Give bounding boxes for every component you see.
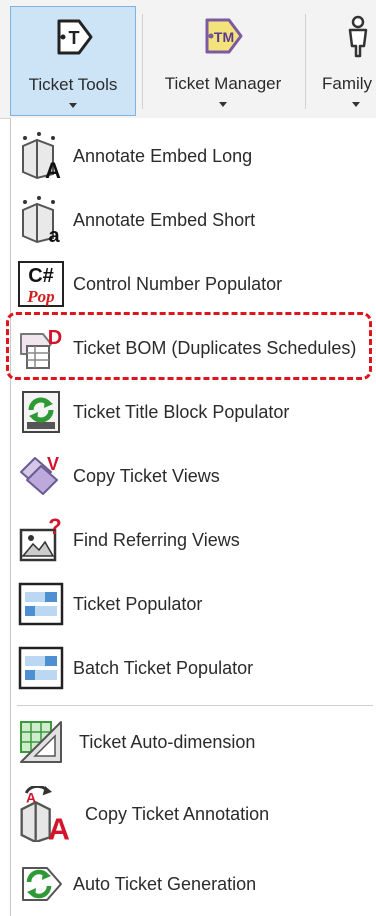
svg-text:A: A <box>45 158 61 180</box>
menu-item-label: Copy Ticket Annotation <box>85 804 270 824</box>
menu-item-annotate-embed-short[interactable]: a Annotate Embed Short <box>11 190 376 250</box>
chevron-down-icon <box>352 102 360 107</box>
menu-item-ticket-title-block-populator[interactable]: Ticket Title Block Populator <box>11 382 376 442</box>
menu-item-control-number-populator[interactable]: C# Pop Control Number Populator <box>11 254 376 314</box>
ribbon-separator <box>305 14 306 109</box>
svg-text:C#: C# <box>28 265 54 287</box>
annotate-embed-short-icon: a <box>22 196 60 244</box>
menu-item-annotate-embed-long[interactable]: A Annotate Embed Long <box>11 126 376 186</box>
chevron-down-icon <box>219 102 227 107</box>
ticket-tm-icon: TM <box>205 18 243 54</box>
batch-ticket-populator-icon <box>18 646 64 690</box>
menu-item-label: Find Referring Views <box>73 530 240 550</box>
highlight-outline <box>6 312 372 380</box>
family-button[interactable]: Family <box>312 6 376 116</box>
copy-annotation-icon: A A <box>20 786 70 842</box>
menu-item-ticket-auto-dimension[interactable]: Ticket Auto-dimension <box>11 712 376 772</box>
annotate-embed-long-icon: A <box>22 132 61 180</box>
menu-item-label: Ticket Title Block Populator <box>73 402 290 422</box>
menu-item-ticket-populator[interactable]: Ticket Populator <box>11 574 376 634</box>
menu-item-batch-ticket-populator[interactable]: Batch Ticket Populator <box>11 638 376 698</box>
menu-item-label: Ticket Populator <box>73 594 203 614</box>
find-referring-views-icon: ? <box>19 516 62 562</box>
ribbon-separator <box>142 14 143 109</box>
svg-text:T: T <box>69 28 80 48</box>
menu-item-label: Ticket Auto-dimension <box>79 732 256 752</box>
menu-item-label: Batch Ticket Populator <box>73 658 254 678</box>
menu-item-copy-ticket-annotation[interactable]: A A Copy Ticket Annotation <box>11 784 376 844</box>
svg-text:TM: TM <box>214 29 234 45</box>
svg-text:Pop: Pop <box>26 287 54 306</box>
svg-text:A: A <box>26 789 36 805</box>
ticket-populator-icon <box>18 582 64 626</box>
menu-item-label: Copy Ticket Views <box>73 466 220 486</box>
auto-generation-icon <box>22 867 62 901</box>
menu-divider <box>17 705 373 706</box>
auto-dimension-icon <box>20 721 62 763</box>
menu-item-label: Auto Ticket Generation <box>73 874 257 894</box>
copy-views-icon: V <box>20 454 59 495</box>
chevron-down-icon <box>69 103 77 108</box>
app-root: T Ticket Tools TM Ticket Manager Family <box>0 0 376 916</box>
ticket-tools-label: Ticket Tools <box>28 75 118 94</box>
csharp-pop-icon: C# Pop <box>18 261 64 307</box>
svg-text:a: a <box>48 225 60 244</box>
svg-text:A: A <box>48 814 70 842</box>
menu-item-label: Control Number Populator <box>73 274 283 294</box>
menu-item-copy-ticket-views[interactable]: V Copy Ticket Views <box>11 446 376 506</box>
family-figure-icon <box>348 15 368 58</box>
ticket-manager-label: Ticket Manager <box>164 74 282 93</box>
refresh-title-block-icon <box>22 391 60 433</box>
menu-item-auto-ticket-generation[interactable]: Auto Ticket Generation <box>11 854 376 914</box>
ticket-manager-button[interactable]: TM Ticket Manager <box>148 6 298 116</box>
menu-item-label: Annotate Embed Long <box>73 146 253 166</box>
ticket-t-icon: T <box>57 19 93 55</box>
ticket-tools-button[interactable]: T Ticket Tools <box>10 6 136 116</box>
svg-text:?: ? <box>48 516 61 539</box>
menu-item-find-referring-views[interactable]: ? Find Referring Views <box>11 510 376 570</box>
family-label: Family <box>322 74 373 93</box>
menu-item-label: Annotate Embed Short <box>73 210 256 230</box>
svg-text:V: V <box>47 454 59 474</box>
ticket-tools-menu: A Annotate Embed Long a Annotate Embed S… <box>10 118 376 916</box>
ribbon: T Ticket Tools TM Ticket Manager Family <box>0 0 376 119</box>
